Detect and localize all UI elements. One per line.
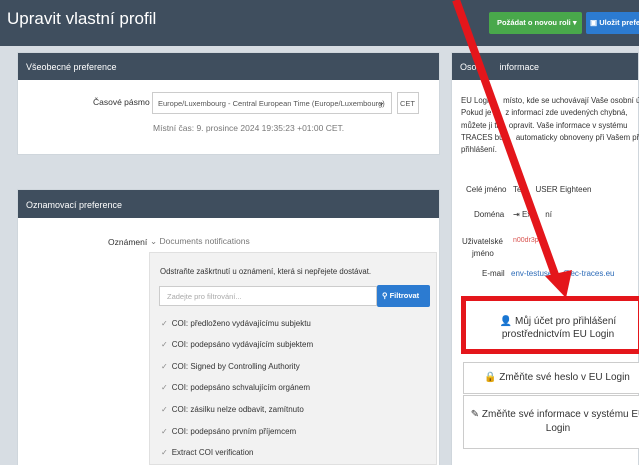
annotation-arrow-icon [452, 0, 572, 298]
